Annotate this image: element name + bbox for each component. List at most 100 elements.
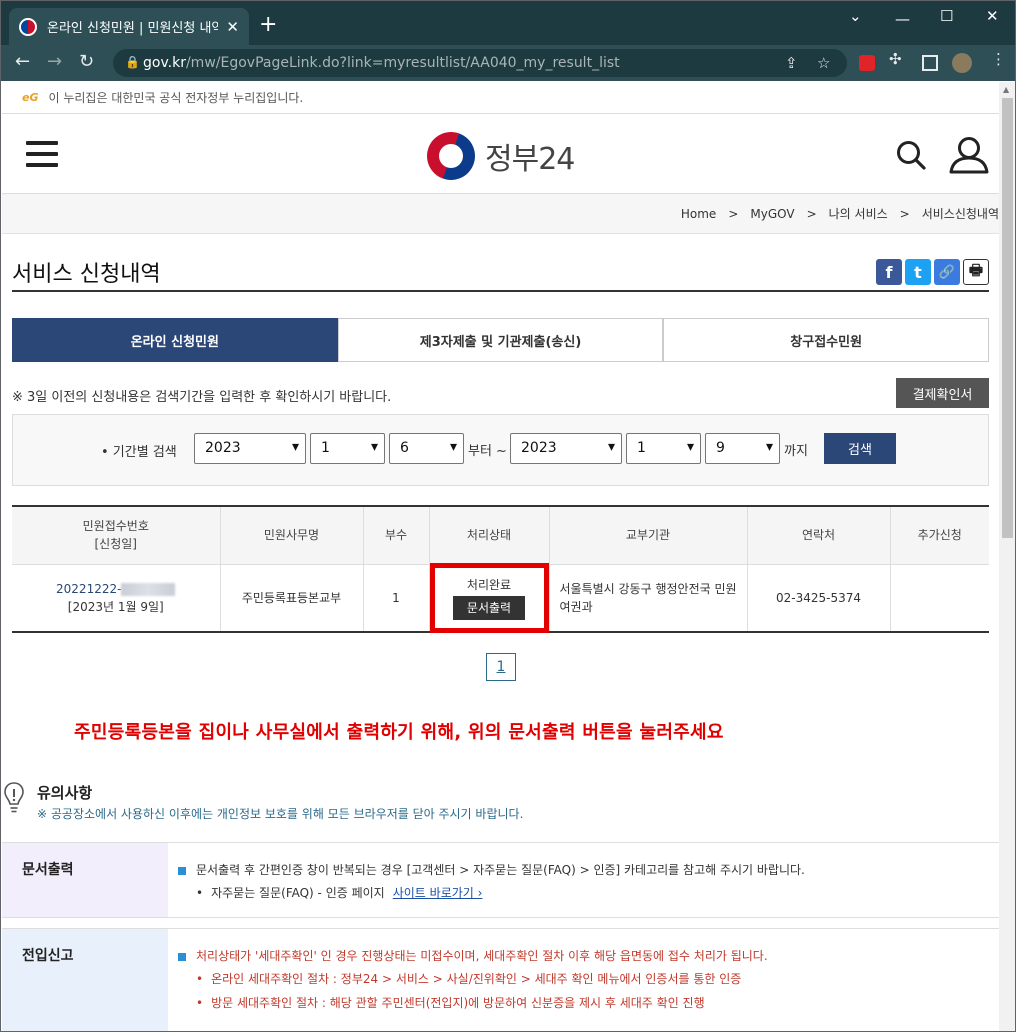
info-move-in: 전입신고 처리상태가 '세대주확인' 인 경우 진행상태는 미접수이며, 세대주… <box>2 928 999 1031</box>
copies-cell: 1 <box>363 564 430 632</box>
faq-site-link[interactable]: 사이트 바로가기 › <box>393 886 483 900</box>
sidepanel-icon[interactable] <box>922 55 938 71</box>
info-body-move-in: 처리상태가 '세대주확인' 인 경우 진행상태는 미접수이며, 세대주확인 절차… <box>178 945 768 1015</box>
new-tab-icon[interactable]: + <box>259 12 277 37</box>
info-head-document-print: 문서출력 <box>2 843 168 917</box>
move-info-line2: 온라인 세대주확인 절차 : 정부24 > 서비스 > 사실/진위확인 > 세대… <box>211 972 742 987</box>
address-bar[interactable]: 🔒 gov.kr/mw/EgovPageLink.do?link=myresul… <box>113 49 847 77</box>
breadcrumb-separator: > <box>899 206 910 221</box>
header-receipt-no: 민원접수번호 [신청일] <box>12 506 221 565</box>
move-info-line1: 처리상태가 '세대주확인' 인 경우 진행상태는 미접수이며, 세대주확인 절차… <box>196 949 768 963</box>
print-icon[interactable]: 🖶 <box>963 259 989 285</box>
lock-icon[interactable]: 🔒 <box>125 55 140 69</box>
minimize-icon[interactable]: — <box>895 10 910 28</box>
search-period-note: ※ 3일 이전의 신청내용은 검색기간을 입력한 후 확인하시기 바랍니다. <box>12 390 392 405</box>
bullet-dot-icon: • <box>196 972 204 987</box>
page-scrollbar[interactable]: ▲ <box>999 82 1015 1031</box>
official-site-notice: eG 이 누리집은 대한민국 공식 전자정부 누리집입니다. <box>2 82 999 114</box>
page-title: 서비스 신청내역 <box>12 262 161 287</box>
reload-icon[interactable]: ↻ <box>79 51 94 72</box>
maximize-icon[interactable]: ☐ <box>940 7 953 25</box>
breadcrumb-mygov[interactable]: MyGOV <box>750 207 794 221</box>
info-body-document-print: 문서출력 후 간편인증 창이 반복되는 경우 [고객센터 > 자주묻는 질문(F… <box>178 859 805 906</box>
info-document-print: 문서출력 문서출력 후 간편인증 창이 반복되는 경우 [고객센터 > 자주묻는… <box>2 842 999 918</box>
issuing-org-cell: 서울특별시 강동구 행정안전국 민원여권과 <box>549 564 748 632</box>
gov24-logo[interactable]: 정부24 <box>427 132 575 180</box>
page-1-link[interactable]: 1 <box>486 653 516 681</box>
notice-text: 이 누리집은 대한민국 공식 전자정부 누리집입니다. <box>48 91 304 105</box>
tab-counter-applications[interactable]: 창구접수민원 <box>663 318 990 362</box>
search-icon[interactable] <box>896 140 926 170</box>
back-icon[interactable]: ← <box>15 51 30 72</box>
caution-section: 유의사항 ※ 공공장소에서 사용하신 이후에는 개인정보 보호를 위해 모든 브… <box>2 776 999 826</box>
page-content: eG 이 누리집은 대한민국 공식 전자정부 누리집입니다. 정부24 Home… <box>2 82 999 1031</box>
to-suffix: 까지 <box>784 444 808 459</box>
hamburger-menu-icon[interactable] <box>26 141 58 174</box>
search-button[interactable]: 검색 <box>824 433 896 464</box>
link-copy-icon[interactable]: 🔗 <box>934 259 960 285</box>
header-receipt-no-label: 민원접수번호 [신청일] <box>82 519 149 552</box>
caution-title: 유의사항 <box>37 784 93 802</box>
to-day-select[interactable]: 9 <box>705 433 780 464</box>
breadcrumb-service-history[interactable]: 서비스신청내역 <box>922 205 999 222</box>
header-status: 처리상태 <box>429 506 550 565</box>
from-day-select[interactable]: 6 <box>389 433 464 464</box>
period-search-box: • 기간별 검색 2023 1 6 부터 ~ 2023 1 9 까지 검색 <box>12 414 989 486</box>
note-row: ※ 3일 이전의 신청내용은 검색기간을 입력한 후 확인하시기 바랍니다. 결… <box>12 378 989 408</box>
site-header: 정부24 <box>2 114 999 194</box>
puzzle-icon[interactable]: ✣ <box>889 50 902 68</box>
breadcrumb: Home > MyGOV > 나의 서비스 > 서비스신청내역 <box>2 194 999 234</box>
chevron-down-icon[interactable]: ⌄ <box>849 7 862 25</box>
tab-third-party-submission[interactable]: 제3자제출 및 기관제출(송신) <box>337 318 664 362</box>
breadcrumb-separator: > <box>728 206 739 221</box>
browser-tab[interactable]: 온라인 신청민원 | 민원신청 내역 ✕ <box>9 8 249 45</box>
to-month-select[interactable]: 1 <box>626 433 701 464</box>
print-info-line1: 문서출력 후 간편인증 창이 반복되는 경우 [고객센터 > 자주묻는 질문(F… <box>196 863 805 877</box>
bullet-square-icon <box>178 952 186 961</box>
header-issuing-org: 교부기관 <box>549 506 748 565</box>
taegeuk-logo-icon <box>427 132 475 180</box>
receipt-number-link[interactable]: 20221222- <box>56 582 121 596</box>
contact-cell: 02-3425-5374 <box>747 564 891 632</box>
close-tab-icon[interactable]: ✕ <box>226 18 239 36</box>
extension-icon[interactable] <box>859 55 875 71</box>
favicon-icon <box>19 17 37 36</box>
profile-icon[interactable] <box>952 53 972 73</box>
logo-text: 정부24 <box>485 142 575 177</box>
eg-logo: eG <box>22 91 39 104</box>
highlight-box <box>429 562 549 633</box>
close-window-icon[interactable]: ✕ <box>986 7 999 25</box>
bullet-square-icon <box>178 866 186 875</box>
application-results-table: 민원접수번호 [신청일] 민원사무명 부수 처리상태 교부기관 연락처 추가신청… <box>12 505 989 633</box>
share-icon[interactable]: ⇪ <box>785 54 798 72</box>
payment-receipt-button[interactable]: 결제확인서 <box>896 378 989 408</box>
star-icon[interactable]: ☆ <box>817 54 830 72</box>
from-suffix: 부터 ~ <box>468 444 507 459</box>
period-search-label: • 기간별 검색 <box>101 445 177 460</box>
header-service-name: 민원사무명 <box>220 506 364 565</box>
breadcrumb-home[interactable]: Home <box>681 207 716 221</box>
bullet-dot-icon: • <box>196 995 204 1010</box>
from-month-select[interactable]: 1 <box>310 433 385 464</box>
service-tabs: 온라인 신청민원 제3자제출 및 기관제출(송신) 창구접수민원 <box>12 318 990 362</box>
lightbulb-icon <box>4 782 24 813</box>
extra-request-cell <box>890 564 989 632</box>
facebook-icon[interactable]: f <box>876 259 902 285</box>
service-name-cell: 주민등록표등본교부 <box>220 564 364 632</box>
from-year-select[interactable]: 2023 <box>194 433 306 464</box>
header-copies: 부수 <box>363 506 430 565</box>
scroll-up-arrow-icon[interactable]: ▲ <box>1003 85 1009 94</box>
breadcrumb-my-service[interactable]: 나의 서비스 <box>829 205 888 222</box>
info-head-move-in: 전입신고 <box>2 929 168 1031</box>
to-year-select[interactable]: 2023 <box>510 433 622 464</box>
forward-icon[interactable]: → <box>47 51 62 72</box>
twitter-icon[interactable]: t <box>905 259 931 285</box>
menu-icon[interactable]: ⋮ <box>991 50 1006 68</box>
move-info-line3: 방문 세대주확인 절차 : 해당 관할 주민센터(전입지)에 방문하여 신분증을… <box>211 995 705 1010</box>
tab-title: 온라인 신청민원 | 민원신청 내역 <box>47 21 219 36</box>
tab-online-applications[interactable]: 온라인 신청민원 <box>12 318 338 362</box>
caution-text: ※ 공공장소에서 사용하신 이후에는 개인정보 보호를 위해 모든 브라우저를 … <box>37 807 524 821</box>
user-icon[interactable] <box>948 136 990 174</box>
application-date: [2023년 1월 9일] <box>67 599 164 614</box>
scrollbar-thumb[interactable] <box>1002 98 1013 538</box>
